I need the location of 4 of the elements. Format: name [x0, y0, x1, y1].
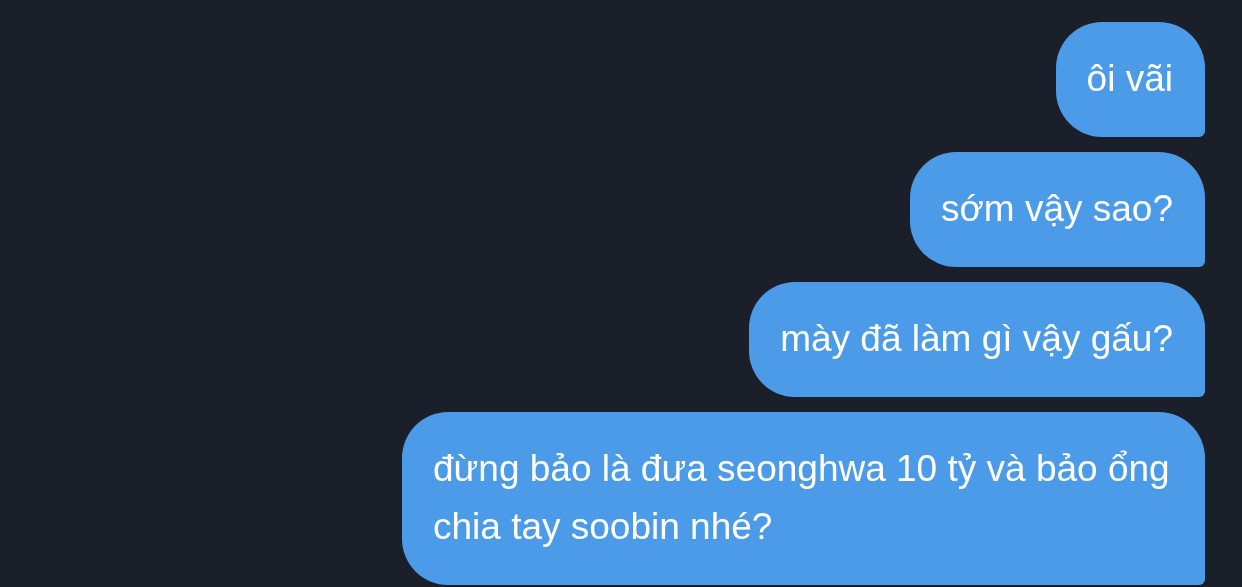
message-bubble: ôi vãi — [1055, 22, 1205, 137]
message-bubble: sớm vậy sao? — [910, 152, 1205, 267]
message-bubble: mày đã làm gì vậy gấu? — [749, 282, 1205, 397]
message-bubble: đừng bảo là đưa seonghwa 10 tỷ và bảo ổng chia tay soobin nhé? — [402, 412, 1205, 585]
